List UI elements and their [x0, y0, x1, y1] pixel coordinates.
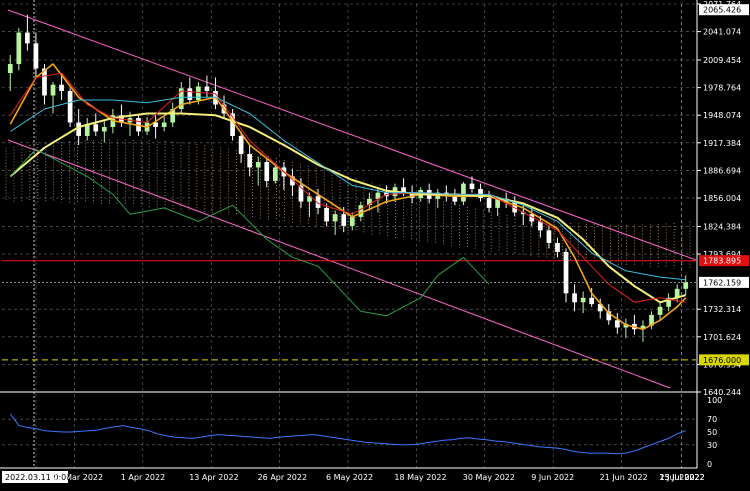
candle-body [683, 282, 689, 289]
candle-body [469, 183, 475, 190]
time-label: 26 Apr 2022 [258, 473, 307, 482]
time-label: 21 Jun 2022 [600, 473, 648, 482]
candle-body [563, 251, 569, 294]
candle-body [93, 124, 99, 132]
rsi-tick-label: 70 [707, 415, 717, 424]
candle-body [580, 297, 586, 303]
candle-body [614, 320, 620, 328]
time-label: 6 May 2022 [326, 473, 373, 482]
price-tick-label: 1886.694 [703, 166, 741, 175]
candle-body [161, 122, 167, 127]
price-tick-label: 2009.454 [703, 56, 741, 65]
time-label: 30 May 2022 [463, 473, 515, 482]
price-tick-label: 1948.074 [703, 111, 741, 120]
rsi-tick-label: 100 [707, 396, 722, 405]
candle-body [572, 293, 577, 303]
candle-body [59, 84, 64, 92]
price-label-text: 2065.426 [703, 6, 741, 15]
price-tick-label: 1917.384 [703, 139, 741, 148]
time-label: 22 Mar 2022 [52, 473, 103, 482]
candle-body [546, 230, 552, 243]
candle-body [324, 207, 329, 222]
time-label: 9 Jun 2022 [531, 473, 574, 482]
price-label-text: 1676.000 [703, 356, 741, 365]
rsi-tick-label: 30 [707, 441, 717, 450]
price-label-text: 1762.159 [703, 278, 741, 287]
candle-body [247, 153, 253, 168]
candle-body [461, 183, 466, 202]
time-label: 13 Apr 2022 [189, 473, 238, 482]
candle-body [196, 86, 201, 100]
candle-body [486, 198, 492, 208]
candle-body [555, 242, 560, 252]
price-tick-label: 2041.074 [703, 28, 741, 37]
chart-background [0, 0, 750, 487]
rsi-tick-label: 0 [707, 460, 712, 469]
candle-body [238, 135, 244, 154]
time-label: 1 Apr 2022 [121, 473, 165, 482]
candle-body [50, 84, 56, 96]
candle-body [33, 43, 39, 69]
time-label: 18 May 2022 [394, 473, 446, 482]
price-tick-label: 1732.314 [703, 305, 741, 314]
candle-body [76, 122, 82, 136]
candle-body [589, 297, 595, 305]
price-tick-label: 1824.384 [703, 222, 741, 231]
chart-root: 2071.7642041.0742009.4541978.7641948.074… [0, 0, 750, 487]
candle-body [101, 126, 107, 132]
candle-body [272, 167, 278, 181]
candle-body [452, 196, 458, 202]
candle-body [187, 88, 193, 100]
time-label: 25 Jul 2022 [659, 473, 704, 482]
price-tick-label: 1978.764 [703, 84, 741, 93]
candle-body [358, 205, 364, 217]
candle-body [332, 214, 338, 222]
candle-body [264, 162, 270, 181]
candle-body [25, 32, 30, 44]
rsi-tick-label: 50 [707, 428, 717, 437]
price-chart: 2071.7642041.0742009.4541978.7641948.074… [0, 0, 750, 487]
candle-body [255, 162, 261, 168]
candle-body [657, 306, 663, 315]
candle-body [7, 64, 13, 74]
candle-body [349, 216, 355, 226]
candle-body [204, 86, 210, 92]
price-tick-label: 1701.624 [703, 333, 741, 342]
candle-body [341, 214, 347, 226]
price-label-text: 1783.895 [703, 257, 741, 266]
candle-body [16, 32, 22, 65]
candle-body [67, 91, 73, 123]
price-tick-label: 1856.004 [703, 194, 741, 203]
